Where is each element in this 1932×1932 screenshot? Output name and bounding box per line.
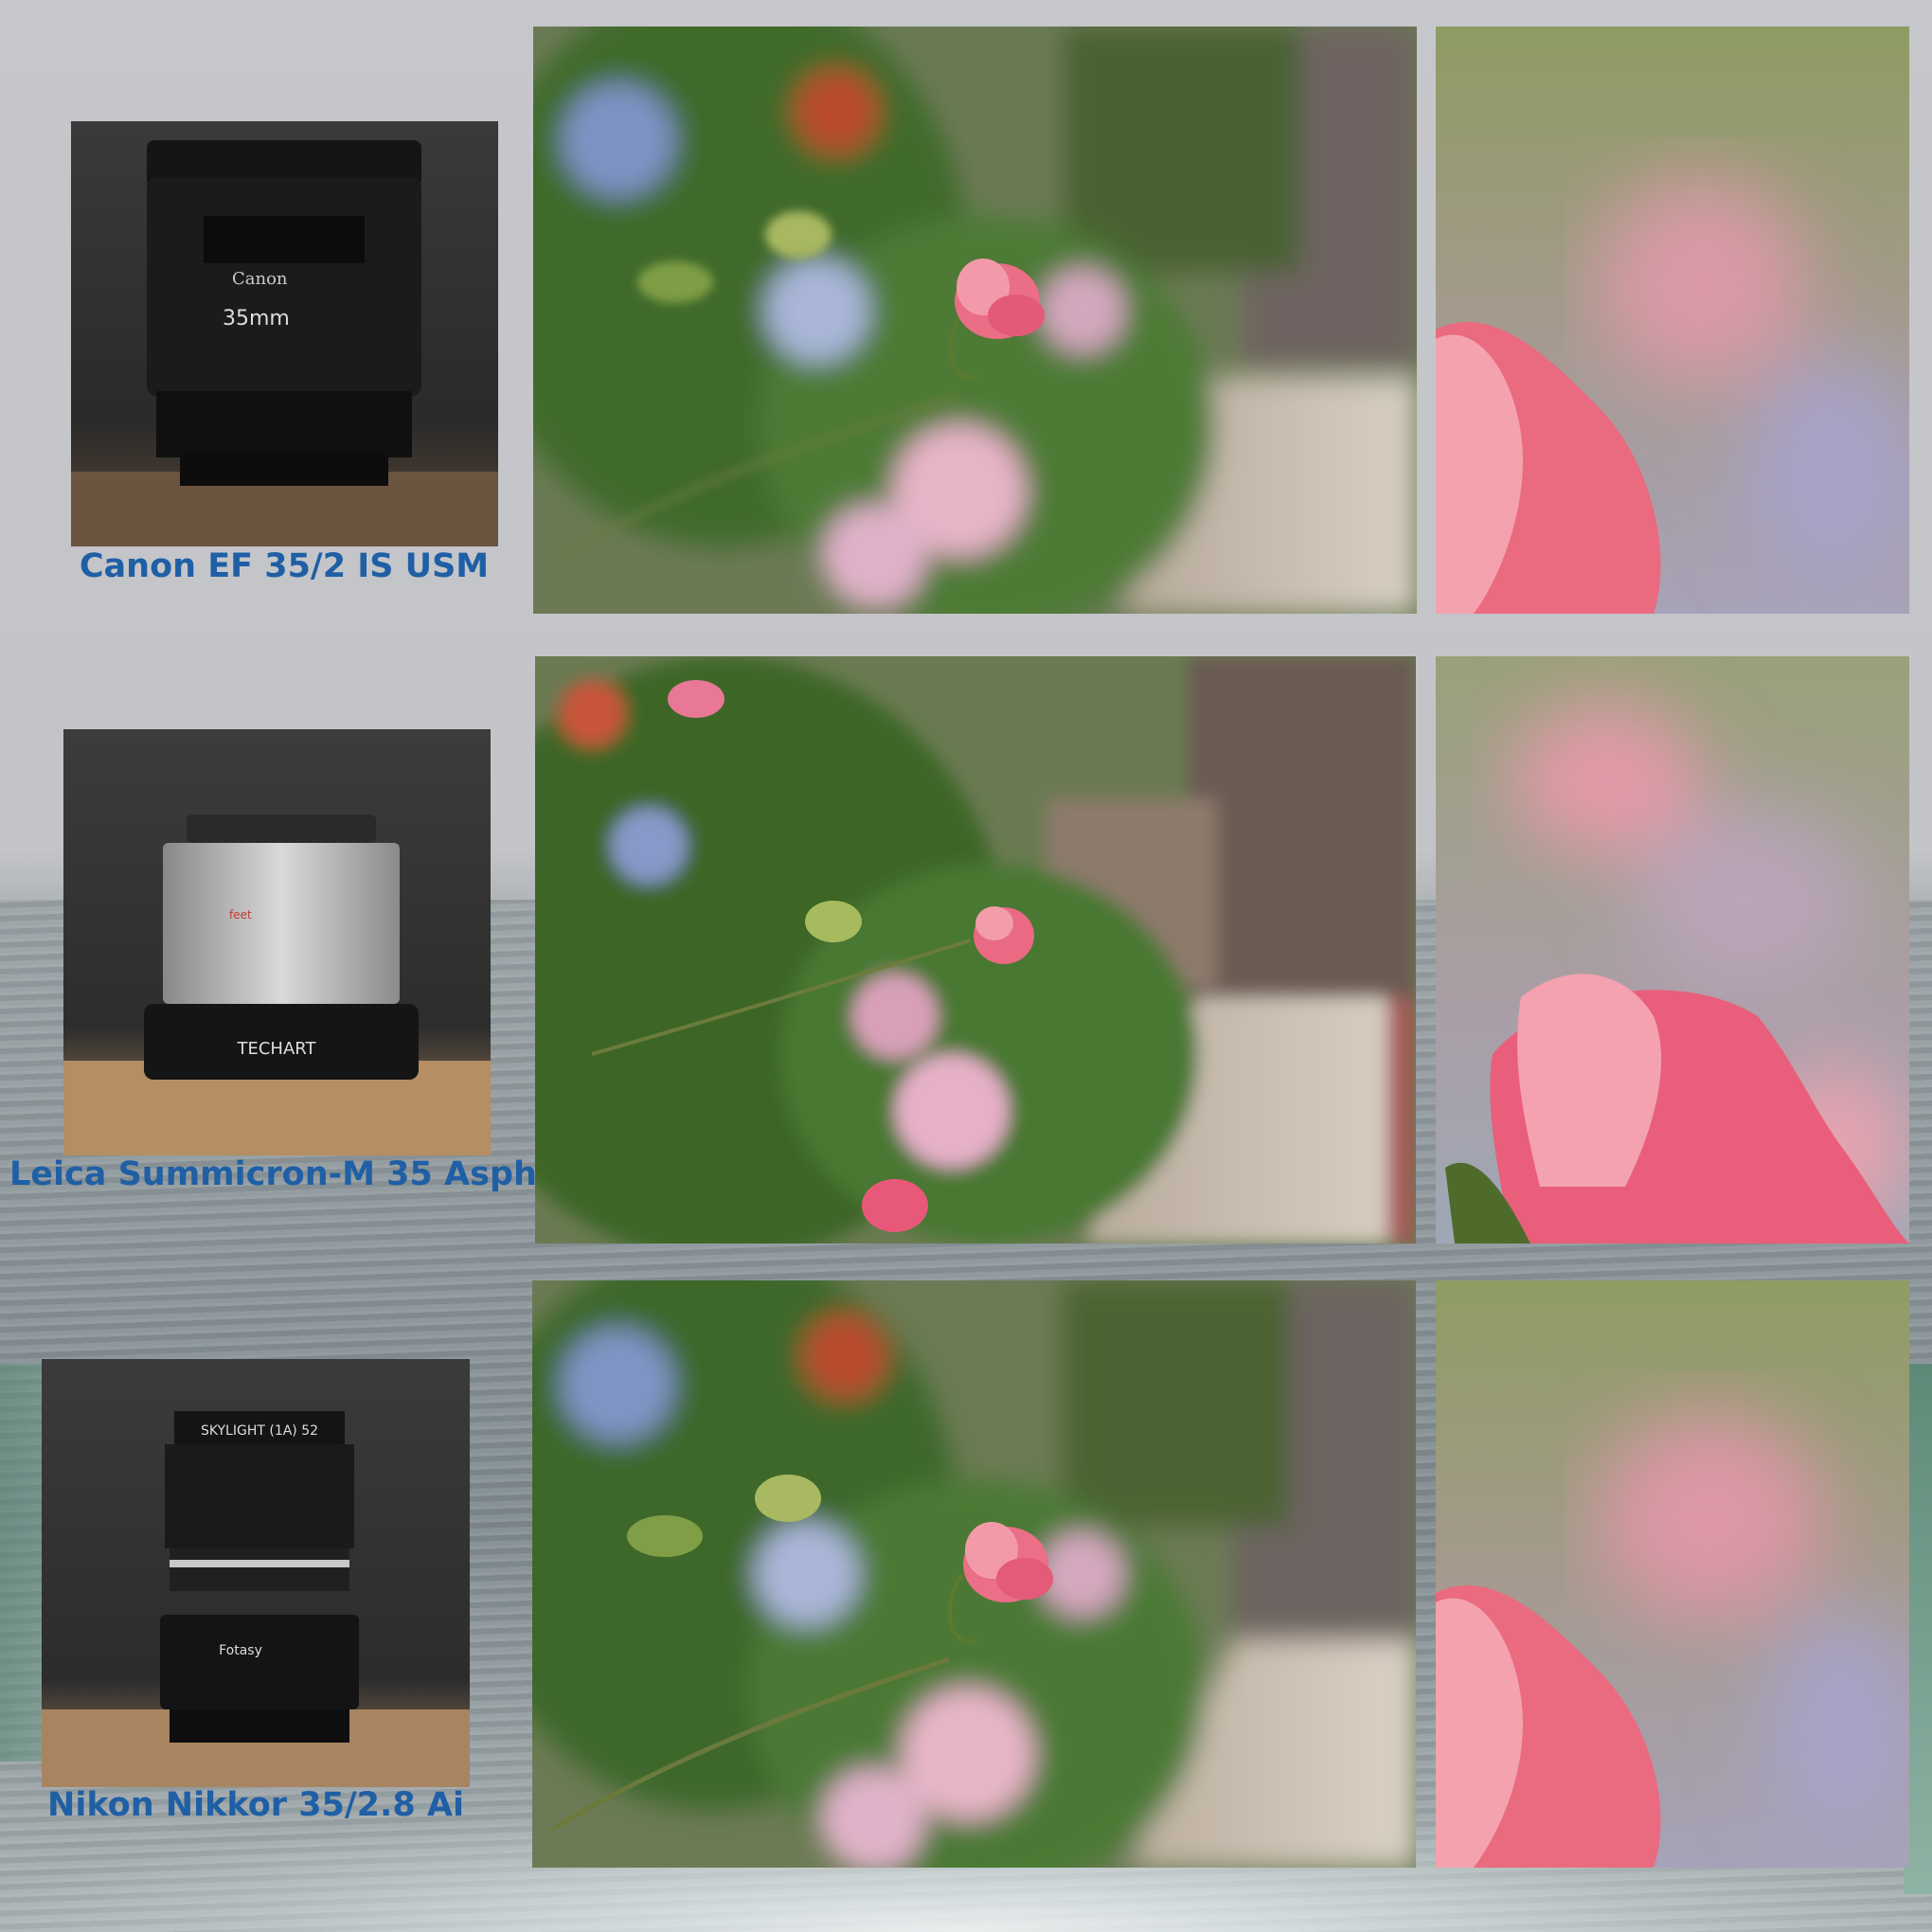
nikon-filter-text: SKYLIGHT (1A) 52 — [201, 1423, 318, 1439]
leica-scale-text: feet — [229, 908, 252, 921]
lens-label-nikon: Nikon Nikkor 35/2.8 Ai — [47, 1786, 464, 1824]
crop-photo-nikon — [1436, 1280, 1909, 1868]
canon-focal-text: 35mm — [223, 307, 290, 331]
crop-photo-leica — [1436, 656, 1909, 1243]
canon-brand-text: Canon — [232, 269, 288, 289]
lens-label-canon: Canon EF 35/2 IS USM — [79, 547, 490, 585]
lens-photo-nikon: SKYLIGHT (1A) 52 Fotasy — [42, 1359, 470, 1787]
leica-adapter-text: TECHART — [237, 1039, 317, 1059]
nikon-adapter-text: Fotasy — [219, 1643, 262, 1658]
crop-photo-canon — [1436, 27, 1909, 614]
lens-label-leica: Leica Summicron-M 35 Asph. — [9, 1155, 550, 1193]
bokeh-photo-nikon — [532, 1280, 1416, 1868]
lens-photo-leica: feet TECHART — [63, 729, 491, 1155]
lens-photo-canon: 35mm Canon — [71, 121, 498, 546]
bokeh-photo-canon — [533, 27, 1417, 614]
bokeh-photo-leica — [535, 656, 1416, 1243]
